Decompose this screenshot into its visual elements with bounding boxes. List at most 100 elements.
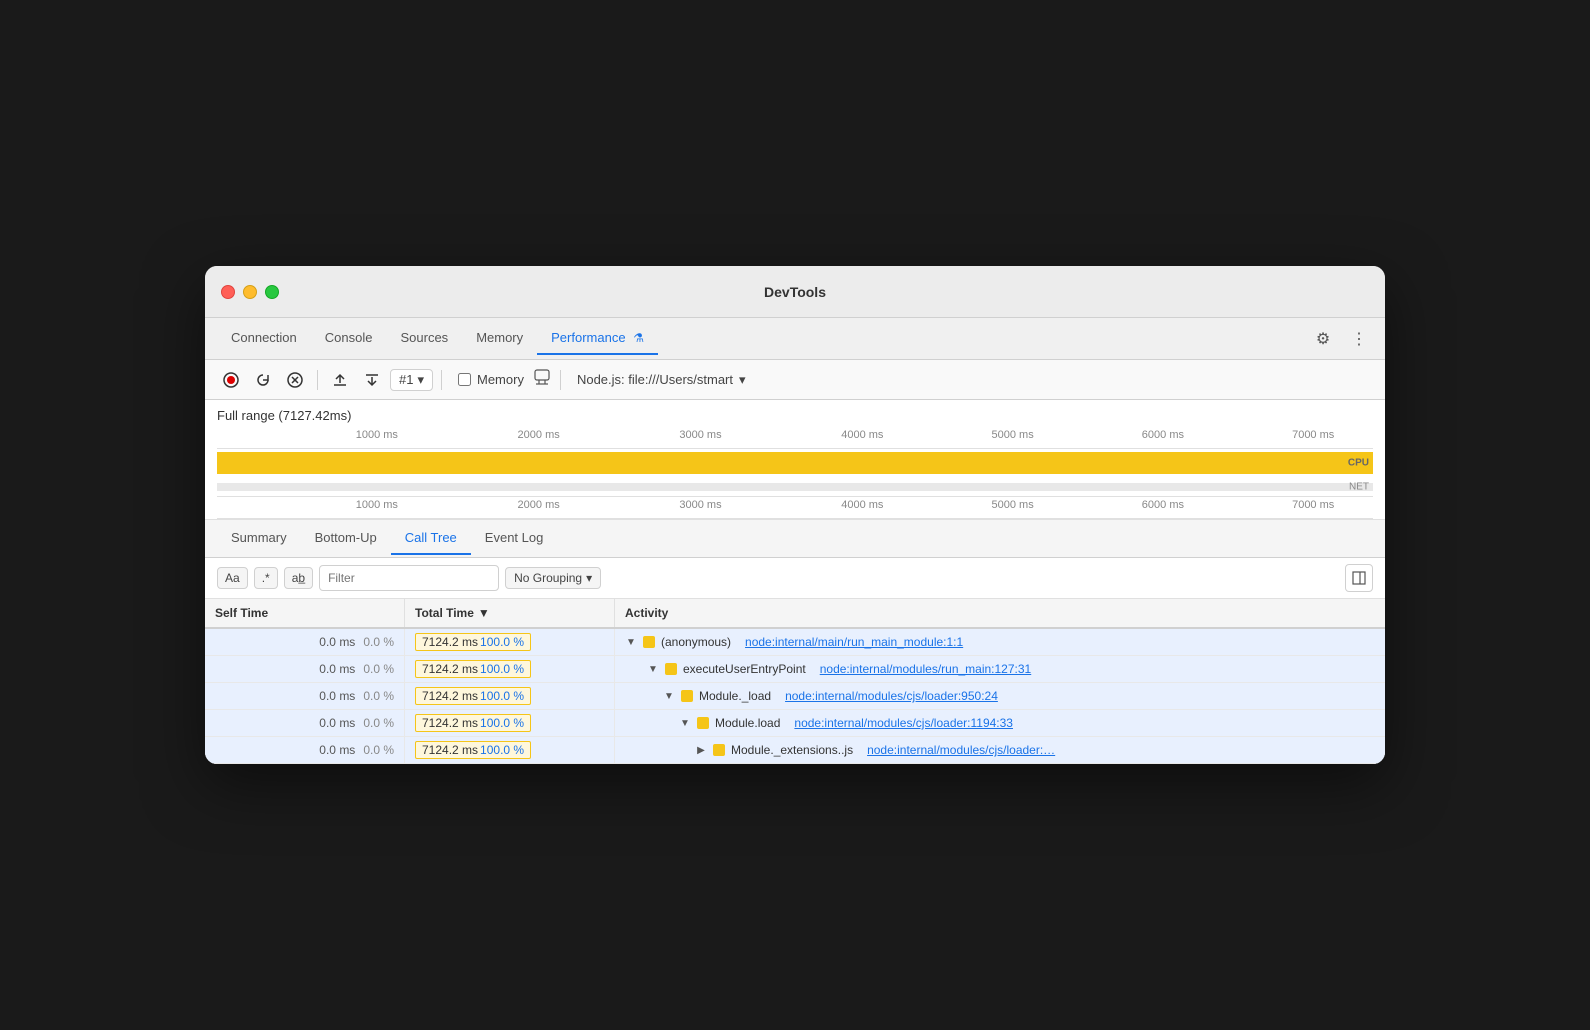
close-button[interactable] bbox=[221, 285, 235, 299]
tab-bottom-up[interactable]: Bottom-Up bbox=[301, 522, 391, 555]
tab-connection[interactable]: Connection bbox=[217, 322, 311, 355]
flush-button[interactable] bbox=[532, 367, 552, 392]
expand-arrow-1[interactable]: ▼ bbox=[647, 664, 659, 675]
activity-color-2 bbox=[681, 690, 693, 702]
time-ruler-top: 1000 ms 2000 ms 3000 ms 4000 ms 5000 ms … bbox=[217, 429, 1373, 449]
td-total-0: 7124.2 ms 100.0 % bbox=[405, 629, 615, 655]
activity-name-4: Module._extensions..js bbox=[731, 743, 853, 757]
activity-link-4[interactable]: node:internal/modules/cjs/loader:… bbox=[867, 743, 1055, 757]
expand-arrow-3[interactable]: ▼ bbox=[679, 718, 691, 729]
time-marker-b2: 2000 ms bbox=[518, 499, 560, 511]
case-match-button[interactable]: ab̲ bbox=[284, 567, 313, 589]
td-activity-0: ▼ (anonymous) node:internal/main/run_mai… bbox=[615, 629, 1385, 655]
activity-link-1[interactable]: node:internal/modules/run_main:127:31 bbox=[820, 662, 1031, 676]
expand-arrow-2[interactable]: ▼ bbox=[663, 691, 675, 702]
memory-checkbox-container[interactable]: Memory bbox=[458, 372, 524, 387]
refresh-button[interactable] bbox=[249, 366, 277, 394]
tab-summary[interactable]: Summary bbox=[217, 522, 301, 555]
grouping-label: No Grouping bbox=[514, 571, 582, 585]
memory-checkbox-input[interactable] bbox=[458, 373, 471, 386]
expand-arrow-4[interactable]: ▶ bbox=[695, 745, 707, 756]
toolbar-separator-3 bbox=[560, 370, 561, 390]
toolbar-separator-1 bbox=[317, 370, 318, 390]
table-row: 0.0 ms 0.0 % 7124.2 ms 100.0 % ▶ Module.… bbox=[205, 737, 1385, 764]
cpu-bar: CPU bbox=[217, 452, 1373, 474]
cpu-label: CPU bbox=[1348, 458, 1369, 469]
tab-console[interactable]: Console bbox=[311, 322, 387, 355]
tabs-right-actions: ⚙ ⋮ bbox=[1309, 325, 1373, 353]
upload-button[interactable] bbox=[326, 366, 354, 394]
memory-label: Memory bbox=[477, 372, 524, 387]
regex-button[interactable]: .* bbox=[254, 567, 278, 589]
download-button[interactable] bbox=[358, 366, 386, 394]
filter-input[interactable] bbox=[319, 565, 499, 591]
tab-event-log[interactable]: Event Log bbox=[471, 522, 558, 555]
call-tree-table: Self Time Total Time ▼ Activity 0.0 ms 0… bbox=[205, 599, 1385, 764]
time-marker-4: 4000 ms bbox=[841, 429, 883, 441]
ruler-content-top: 1000 ms 2000 ms 3000 ms 4000 ms 5000 ms … bbox=[217, 429, 1373, 449]
activity-color-3 bbox=[697, 717, 709, 729]
td-activity-2: ▼ Module._load node:internal/modules/cjs… bbox=[615, 683, 1385, 709]
profile-id: #1 bbox=[399, 372, 413, 387]
traffic-lights bbox=[221, 285, 279, 299]
activity-link-2[interactable]: node:internal/modules/cjs/loader:950:24 bbox=[785, 689, 998, 703]
net-bar bbox=[217, 483, 1373, 491]
activity-link-3[interactable]: node:internal/modules/cjs/loader:1194:33 bbox=[794, 716, 1013, 730]
tab-performance[interactable]: Performance ⚗ bbox=[537, 322, 658, 355]
grouping-arrow-icon: ▾ bbox=[586, 571, 592, 585]
performance-toolbar: #1 ▾ Memory Node.js: file:///Users/stmar… bbox=[205, 360, 1385, 400]
td-self-1: 0.0 ms 0.0 % bbox=[205, 656, 405, 682]
net-bar-container: NET bbox=[217, 477, 1373, 497]
tab-memory[interactable]: Memory bbox=[462, 322, 537, 355]
activity-link-0[interactable]: node:internal/main/run_main_module:1:1 bbox=[745, 635, 963, 649]
time-marker-1: 1000 ms bbox=[356, 429, 398, 441]
activity-name-0: (anonymous) bbox=[661, 635, 731, 649]
timeline-section: Full range (7127.42ms) 1000 ms 2000 ms 3… bbox=[205, 400, 1385, 520]
grouping-dropdown[interactable]: No Grouping ▾ bbox=[505, 567, 601, 589]
main-tabs-bar: Connection Console Sources Memory Perfor… bbox=[205, 318, 1385, 360]
td-self-2: 0.0 ms 0.0 % bbox=[205, 683, 405, 709]
toolbar-separator-2 bbox=[441, 370, 442, 390]
th-self-time: Self Time bbox=[205, 599, 405, 627]
td-total-4: 7124.2 ms 100.0 % bbox=[405, 737, 615, 763]
filter-bar: Aa .* ab̲ No Grouping ▾ bbox=[205, 558, 1385, 599]
panel-toggle-button[interactable] bbox=[1345, 564, 1373, 592]
td-activity-4: ▶ Module._extensions..js node:internal/m… bbox=[615, 737, 1385, 763]
time-marker-b3: 3000 ms bbox=[679, 499, 721, 511]
time-marker-b1: 1000 ms bbox=[356, 499, 398, 511]
th-total-time[interactable]: Total Time ▼ bbox=[405, 599, 615, 627]
table-row: 0.0 ms 0.0 % 7124.2 ms 100.0 % ▼ (anonym… bbox=[205, 629, 1385, 656]
settings-icon[interactable]: ⚙ bbox=[1309, 325, 1337, 353]
more-options-icon[interactable]: ⋮ bbox=[1345, 325, 1373, 353]
time-marker-5: 5000 ms bbox=[992, 429, 1034, 441]
tab-call-tree[interactable]: Call Tree bbox=[391, 522, 471, 555]
node-target-arrow: ▾ bbox=[739, 372, 746, 388]
titlebar: DevTools bbox=[205, 266, 1385, 318]
td-total-2: 7124.2 ms 100.0 % bbox=[405, 683, 615, 709]
full-range-label: Full range (7127.42ms) bbox=[217, 408, 1373, 423]
expand-arrow-0[interactable]: ▼ bbox=[625, 637, 637, 648]
ruler-content-bottom: 1000 ms 2000 ms 3000 ms 4000 ms 5000 ms … bbox=[217, 499, 1373, 519]
tab-sources[interactable]: Sources bbox=[386, 322, 462, 355]
table-row: 0.0 ms 0.0 % 7124.2 ms 100.0 % ▼ execute… bbox=[205, 656, 1385, 683]
activity-color-4 bbox=[713, 744, 725, 756]
minimize-button[interactable] bbox=[243, 285, 257, 299]
td-total-1: 7124.2 ms 100.0 % bbox=[405, 656, 615, 682]
clear-button[interactable] bbox=[281, 366, 309, 394]
td-self-0: 0.0 ms 0.0 % bbox=[205, 629, 405, 655]
devtools-window: DevTools Connection Console Sources Memo… bbox=[205, 266, 1385, 764]
window-title: DevTools bbox=[764, 284, 826, 300]
maximize-button[interactable] bbox=[265, 285, 279, 299]
sort-icon: ▼ bbox=[478, 606, 490, 620]
profile-selector[interactable]: #1 ▾ bbox=[390, 369, 433, 391]
node-target-selector[interactable]: Node.js: file:///Users/stmart ▾ bbox=[577, 372, 746, 388]
td-self-4: 0.0 ms 0.0 % bbox=[205, 737, 405, 763]
activity-color-0 bbox=[643, 636, 655, 648]
time-marker-6: 6000 ms bbox=[1142, 429, 1184, 441]
time-marker-b5: 5000 ms bbox=[992, 499, 1034, 511]
time-marker-b4: 4000 ms bbox=[841, 499, 883, 511]
time-ruler-bottom: 1000 ms 2000 ms 3000 ms 4000 ms 5000 ms … bbox=[217, 499, 1373, 519]
sub-tabs-bar: Summary Bottom-Up Call Tree Event Log bbox=[205, 520, 1385, 558]
record-button[interactable] bbox=[217, 366, 245, 394]
case-sensitive-button[interactable]: Aa bbox=[217, 567, 248, 589]
